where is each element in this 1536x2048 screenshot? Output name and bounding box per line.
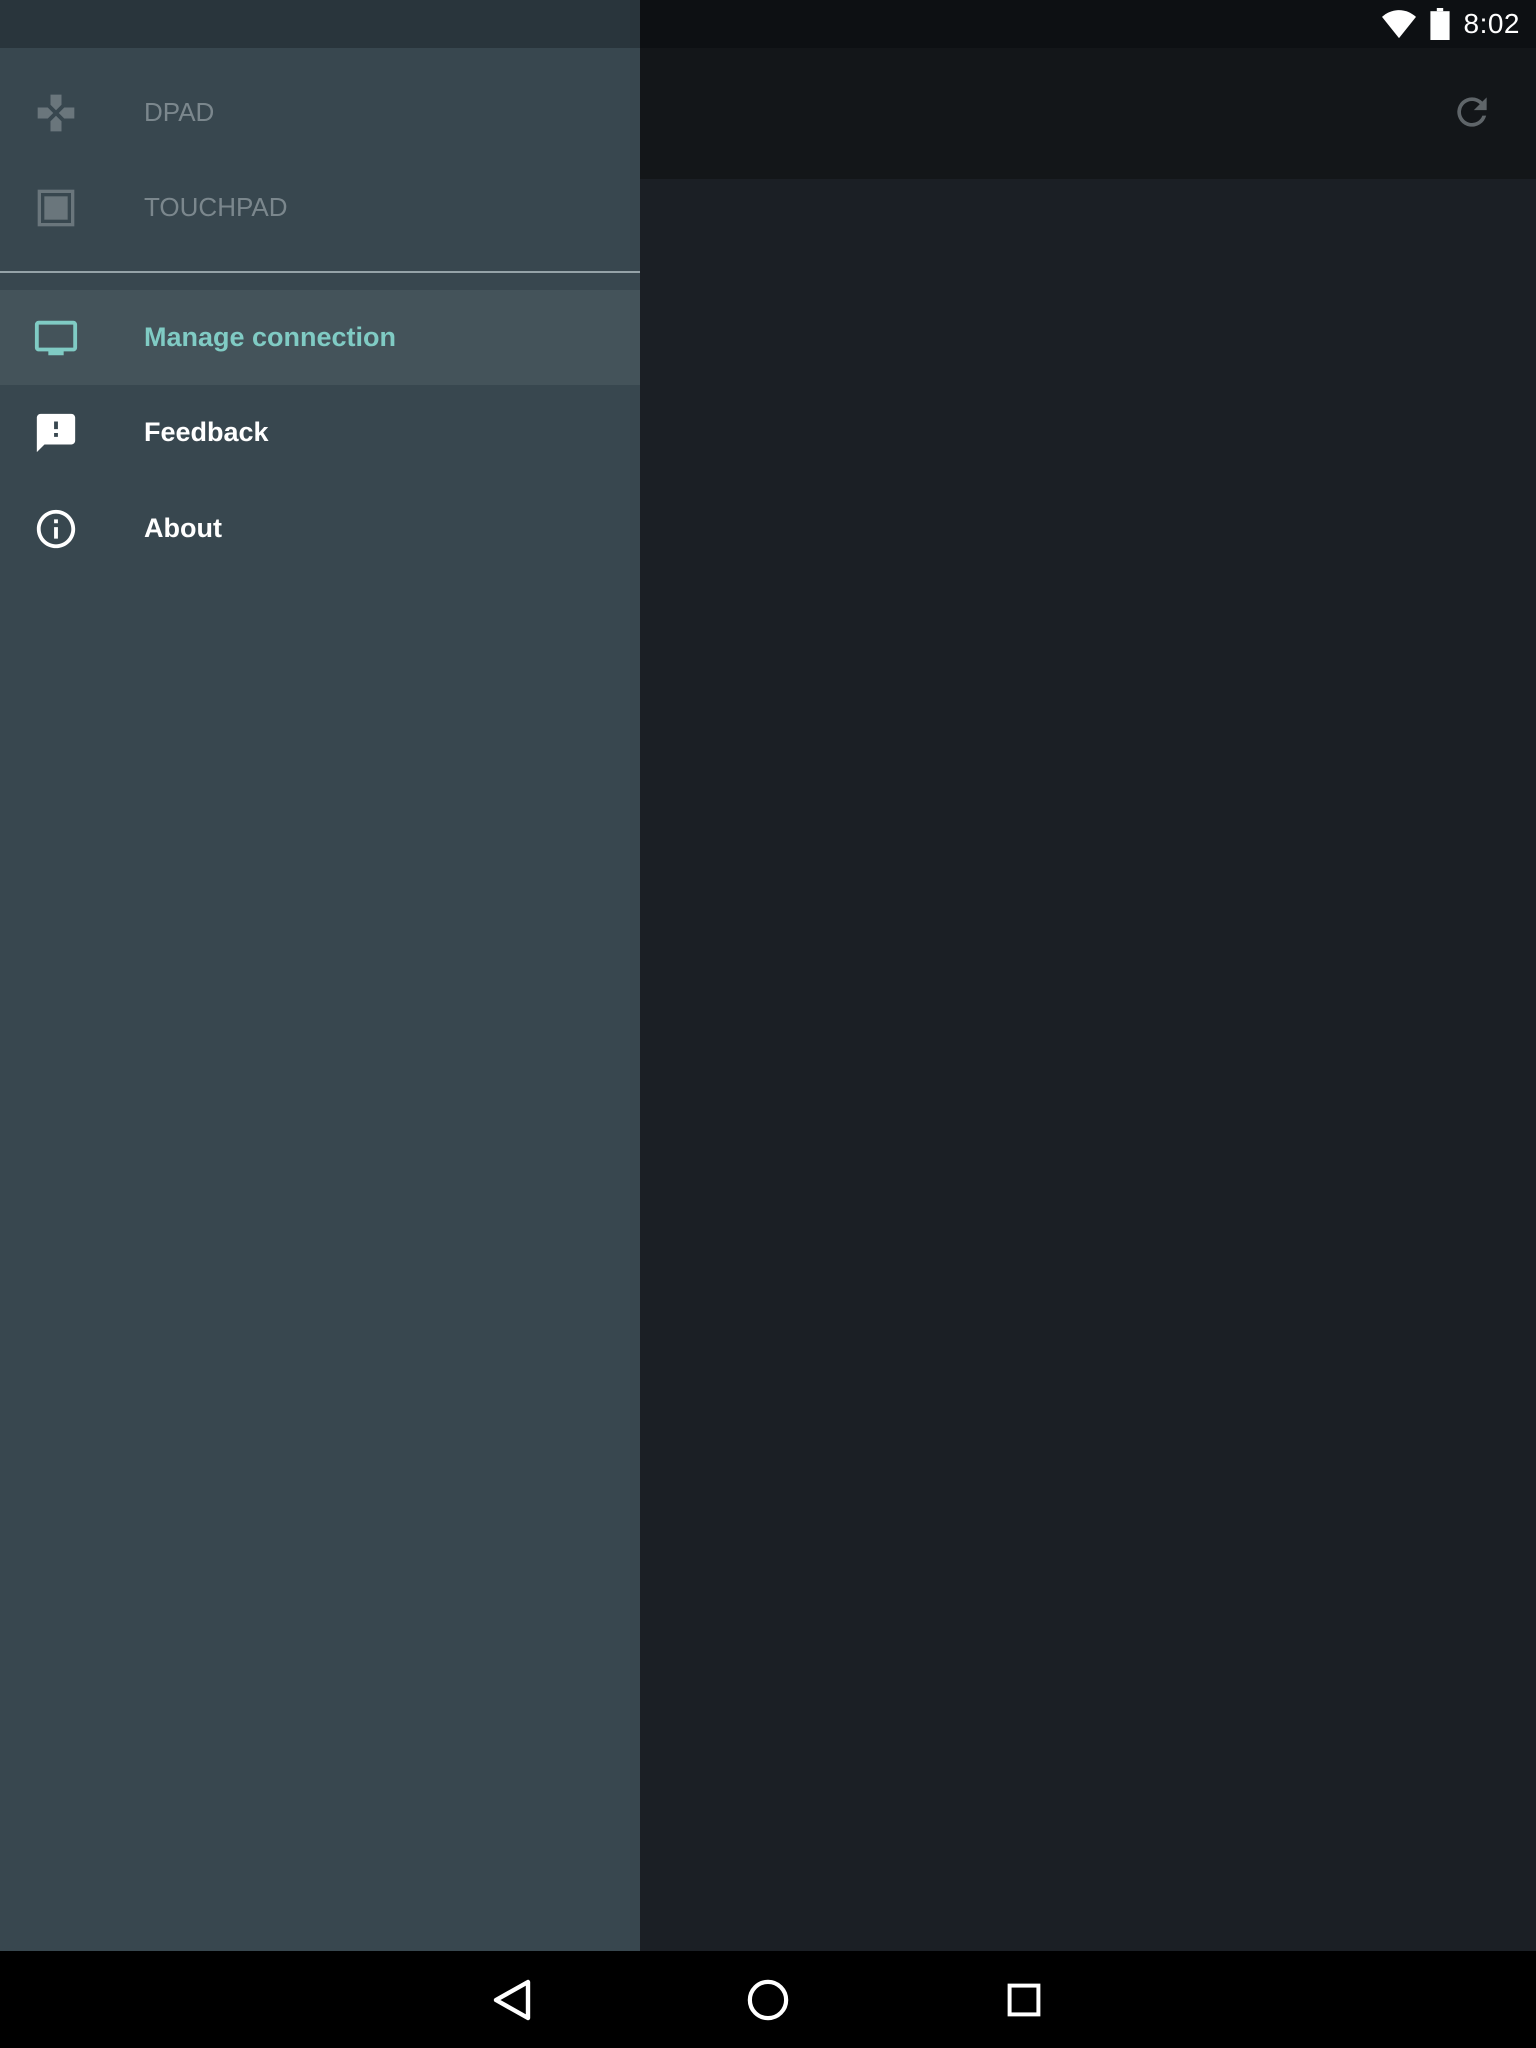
mode-item-touchpad[interactable]: TOUCHPAD [0, 160, 640, 255]
feedback-icon [32, 409, 80, 457]
drawer-item-about[interactable]: About [0, 481, 640, 576]
mode-item-label: TOUCHPAD [144, 192, 288, 222]
battery-icon [1429, 8, 1450, 40]
divider [0, 271, 640, 273]
home-button[interactable] [737, 1969, 799, 2031]
drawer-item-label: Manage connection [144, 322, 397, 352]
mode-item-dpad[interactable]: DPAD [0, 65, 640, 160]
system-nav-bar [0, 1951, 1536, 2048]
info-icon [32, 505, 80, 553]
touchpad-icon [32, 184, 80, 232]
drawer-item-label: Feedback [144, 417, 269, 447]
refresh-button[interactable] [1448, 88, 1496, 136]
back-icon [493, 1979, 531, 2021]
refresh-icon [1457, 97, 1487, 127]
status-icons: 8:02 [1381, 0, 1521, 48]
drawer-item-label: About [144, 513, 222, 543]
tv-icon [32, 314, 80, 362]
back-button[interactable] [481, 1969, 543, 2031]
gamepad-icon [32, 89, 80, 137]
mode-item-label: DPAD [144, 97, 215, 127]
clock: 8:02 [1463, 8, 1520, 39]
drawer-item-feedback[interactable]: Feedback [0, 385, 640, 480]
home-icon [747, 1979, 789, 2021]
recents-button[interactable] [993, 1969, 1055, 2031]
wifi-icon [1381, 10, 1416, 39]
recents-icon [1007, 1983, 1041, 2017]
drawer-item-manage-connection[interactable]: Manage connection [0, 290, 640, 385]
navigation-drawer: DPAD TOUCHPAD Manage connection Feedback… [0, 0, 640, 1951]
drawer-status-scrim [0, 0, 640, 48]
screen: 8:02 DPAD TOUCHPAD Manage connection Fee… [0, 0, 1536, 2048]
